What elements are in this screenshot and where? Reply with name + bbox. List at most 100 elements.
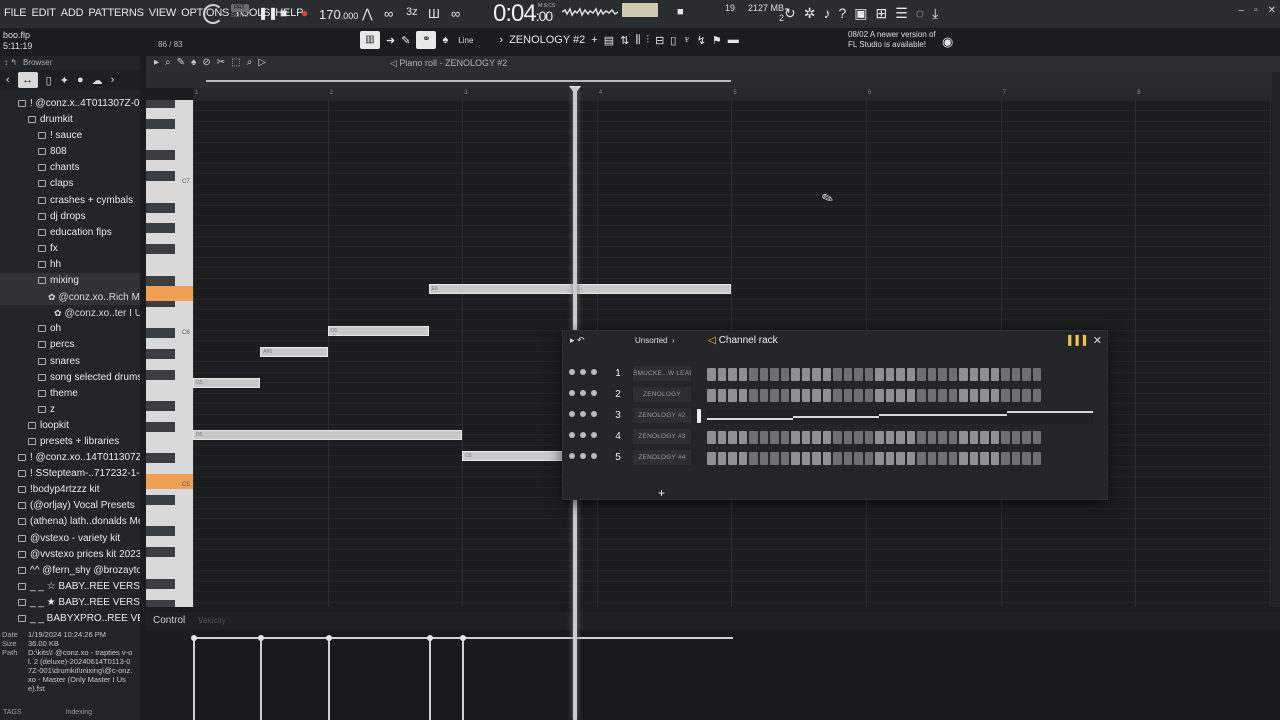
- browser-fwd-icon[interactable]: ›: [111, 74, 115, 86]
- browser-folder[interactable]: (@orljay) Vocal Presets: [0, 498, 140, 514]
- velocity-handle[interactable]: [426, 635, 433, 641]
- step-button[interactable]: [1011, 389, 1020, 402]
- browser-folder[interactable]: education flps: [0, 225, 140, 241]
- step-button[interactable]: [1032, 389, 1041, 402]
- step-button[interactable]: [791, 368, 800, 381]
- step-button[interactable]: [759, 431, 768, 444]
- record-icon[interactable]: ●: [301, 6, 308, 20]
- tool-icon-6[interactable]: ▯: [670, 34, 676, 47]
- black-key[interactable]: [146, 327, 175, 338]
- tool-icon-1[interactable]: ▤: [604, 34, 614, 47]
- browser-nav-icon[interactable]: ↕ ↰: [4, 58, 17, 68]
- step-button[interactable]: [749, 452, 758, 465]
- pr-zoom-icon[interactable]: ⌕: [247, 57, 253, 68]
- browser-folder[interactable]: @vvstexo prices kit 2023: [0, 547, 140, 563]
- step-button[interactable]: [738, 368, 747, 381]
- step-button[interactable]: [812, 368, 821, 381]
- step-button[interactable]: [938, 431, 947, 444]
- piano-keyboard[interactable]: C7 C6 C5: [146, 100, 193, 607]
- step-button[interactable]: [833, 452, 842, 465]
- step-button[interactable]: [812, 431, 821, 444]
- step-button[interactable]: [917, 389, 926, 402]
- rack-options-icon[interactable]: ▸ ↶: [570, 335, 585, 346]
- step-button[interactable]: [969, 452, 978, 465]
- step-button[interactable]: [948, 452, 957, 465]
- black-key[interactable]: [146, 202, 175, 213]
- step-button[interactable]: [1032, 452, 1041, 465]
- piano-icon[interactable]: ▥: [360, 31, 380, 49]
- velocity-lane[interactable]: [191, 630, 1280, 720]
- browser-folder[interactable]: _ _ ★ BABY..REE VERSION]: [0, 595, 140, 611]
- step-button[interactable]: [990, 389, 999, 402]
- step-button[interactable]: [854, 452, 863, 465]
- maximize-icon[interactable]: ▫: [1254, 5, 1258, 16]
- step-button[interactable]: [885, 368, 894, 381]
- browser-folder[interactable]: 808: [0, 144, 140, 160]
- step-button[interactable]: [906, 431, 915, 444]
- browser-folder[interactable]: claps: [0, 176, 140, 192]
- vertical-scrollbar[interactable]: [1272, 72, 1280, 607]
- step-button[interactable]: [822, 389, 831, 402]
- browser-file[interactable]: ✿@conz.xo..ter I Use): [0, 305, 140, 321]
- note[interactable]: G5: [193, 378, 261, 389]
- stamp-icon[interactable]: ♠: [442, 34, 448, 46]
- step-edit-icon[interactable]: Ш: [428, 6, 440, 21]
- volume-knob[interactable]: [591, 432, 597, 438]
- black-key[interactable]: [146, 578, 175, 589]
- step-button[interactable]: [990, 452, 999, 465]
- black-key[interactable]: [146, 223, 175, 234]
- step-button[interactable]: [1022, 389, 1031, 402]
- browser-plugins-icon[interactable]: ✦: [60, 74, 69, 87]
- step-button[interactable]: [833, 431, 842, 444]
- step-button[interactable]: [738, 389, 747, 402]
- browser-back-icon[interactable]: ‹: [6, 74, 10, 86]
- pan-knob[interactable]: [580, 453, 586, 459]
- filter-dropdown[interactable]: Unsorted ›: [635, 336, 675, 345]
- step-button[interactable]: [896, 389, 905, 402]
- step-button[interactable]: [906, 389, 915, 402]
- step-button[interactable]: [1022, 452, 1031, 465]
- channel-name-button[interactable]: ZENOLOGY #4: [633, 450, 691, 465]
- step-button[interactable]: [1001, 431, 1010, 444]
- black-key[interactable]: [146, 599, 175, 607]
- step-button[interactable]: [896, 431, 905, 444]
- step-button[interactable]: [801, 452, 810, 465]
- step-button[interactable]: [959, 452, 968, 465]
- browser-folder[interactable]: loopkit: [0, 418, 140, 434]
- velocity-handle[interactable]: [191, 635, 197, 641]
- browser-file[interactable]: ✿@conz.xo..Rich Mix) ★: [0, 289, 140, 306]
- step-button[interactable]: [1011, 368, 1020, 381]
- step-button[interactable]: [864, 389, 873, 402]
- step-button[interactable]: [707, 389, 716, 402]
- pan-knob[interactable]: [580, 369, 586, 375]
- mute-toggle[interactable]: [569, 432, 575, 438]
- channel-mixer-track[interactable]: 3: [607, 410, 629, 421]
- plugin-picker-icon[interactable]: ✲: [804, 5, 816, 22]
- browser-folder[interactable]: chants: [0, 160, 140, 176]
- tool-icon-5[interactable]: ⊟: [655, 34, 664, 47]
- step-button[interactable]: [770, 431, 779, 444]
- step-button[interactable]: [969, 368, 978, 381]
- step-button[interactable]: [959, 368, 968, 381]
- countdown-icon[interactable]: 3z: [406, 6, 418, 18]
- tool-icon-2[interactable]: ⇅: [620, 34, 629, 47]
- step-button[interactable]: [927, 452, 936, 465]
- channel-row[interactable]: 5 ZENOLOGY #4: [563, 449, 1109, 467]
- step-button[interactable]: [1032, 368, 1041, 381]
- channel-select-indicator[interactable]: [697, 409, 701, 423]
- pan-knob[interactable]: [580, 432, 586, 438]
- tempo-display[interactable]: 170.000: [319, 7, 358, 22]
- fl-logo-icon[interactable]: ◉: [942, 34, 953, 50]
- step-button[interactable]: [980, 452, 989, 465]
- black-key[interactable]: [146, 118, 175, 129]
- velocity-handle[interactable]: [258, 635, 265, 641]
- menu-patterns[interactable]: PATTERNS: [88, 7, 144, 19]
- close-icon[interactable]: ✕: [1268, 5, 1276, 16]
- step-button[interactable]: [717, 368, 726, 381]
- step-button[interactable]: [749, 389, 758, 402]
- pan-knob[interactable]: [580, 411, 586, 417]
- pattern-overview[interactable]: [146, 72, 1280, 88]
- rack-view-icon[interactable]: ▐▐▐: [1065, 335, 1087, 345]
- chat-icon[interactable]: ◌: [916, 5, 924, 22]
- step-button[interactable]: [812, 452, 821, 465]
